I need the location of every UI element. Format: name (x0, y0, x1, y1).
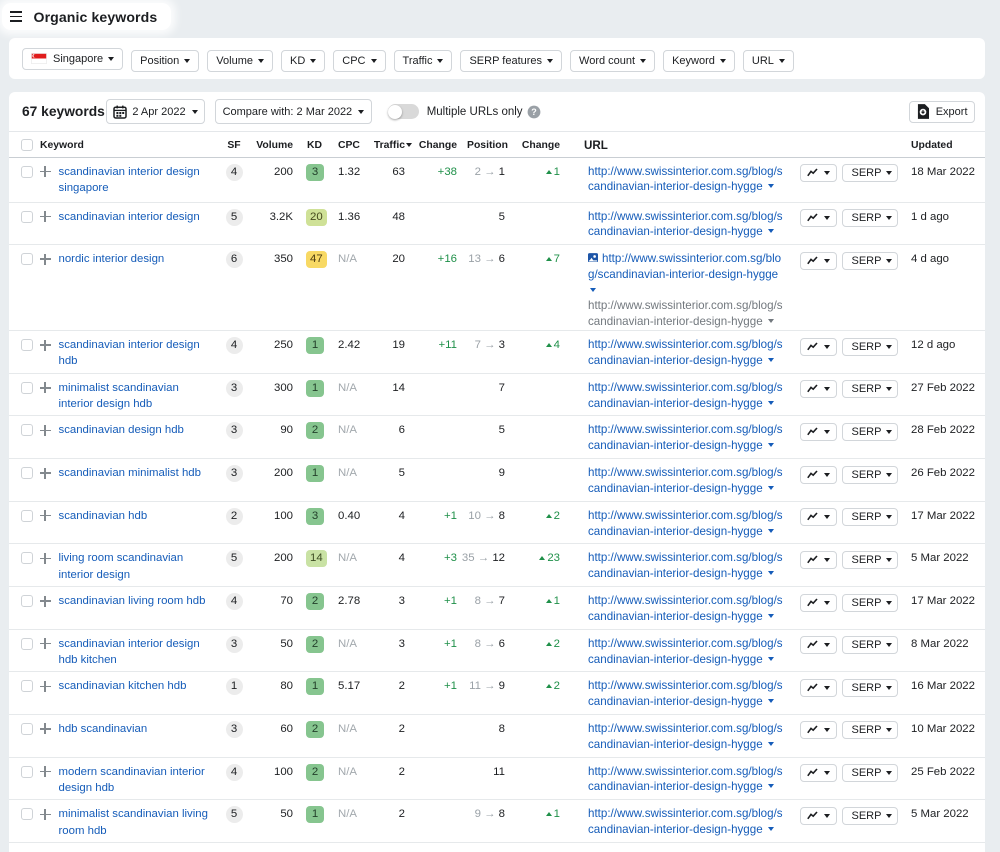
svg-text:?: ? (531, 107, 537, 117)
